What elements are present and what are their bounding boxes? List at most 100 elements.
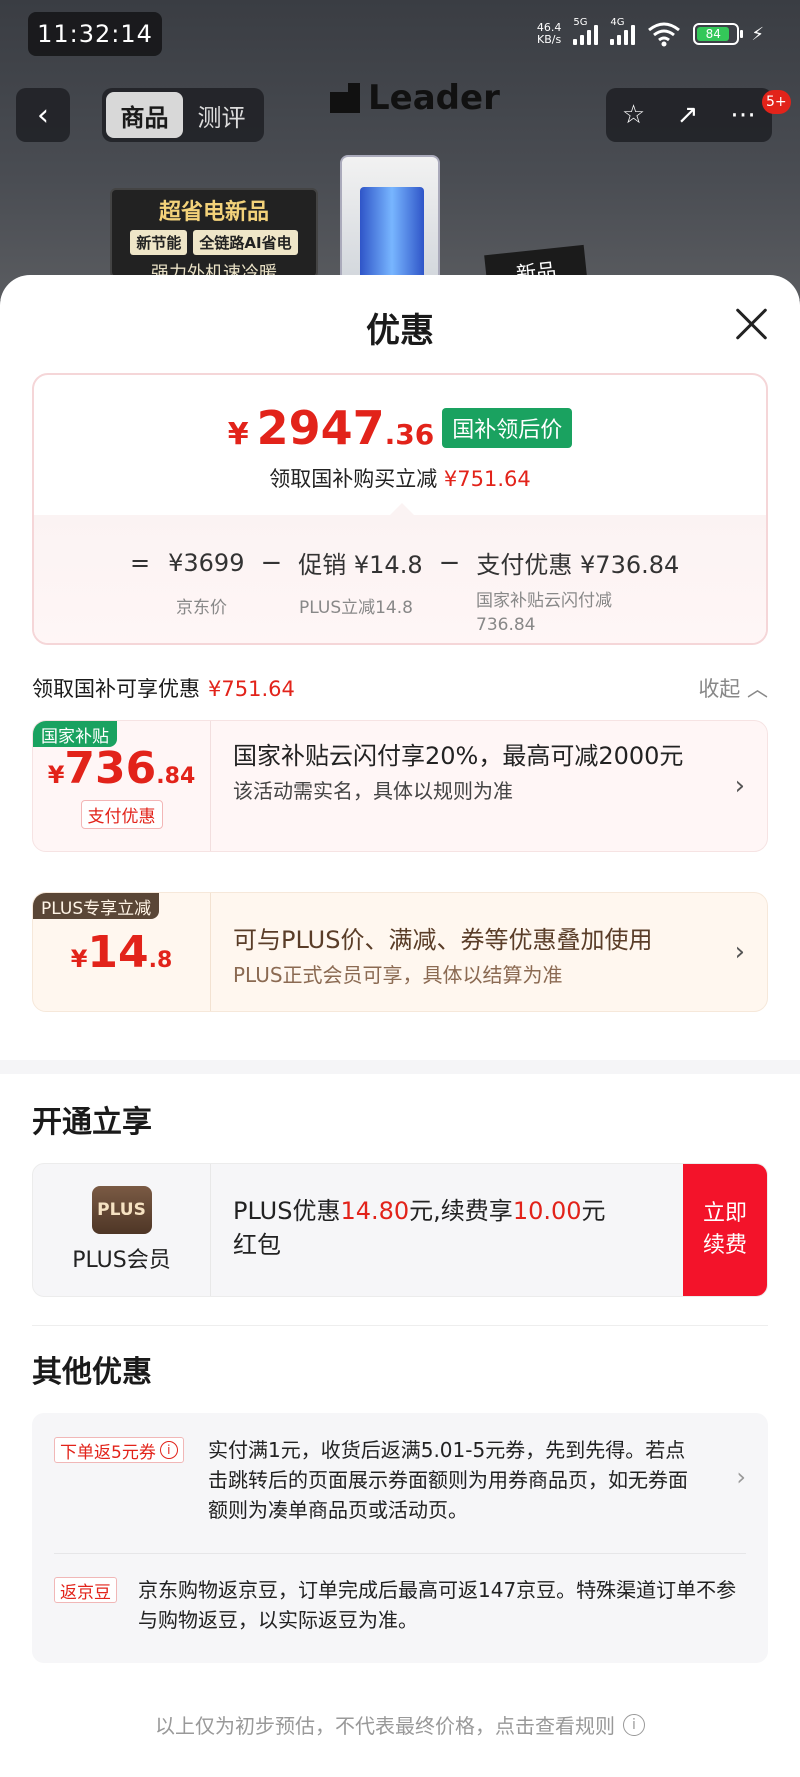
nav-actions: ☆ ↗ ⋯: [606, 88, 772, 142]
plus-offer-amount: 14.80: [340, 1197, 410, 1225]
national-subsidy-deal[interactable]: ¥ 736 .84 支付优惠 国家补贴 国家补贴云闪付享20%，最高可减2000…: [32, 720, 768, 852]
close-icon[interactable]: [732, 305, 770, 343]
battery-level: 84: [697, 27, 730, 41]
tab-product[interactable]: 商品: [106, 92, 183, 138]
cell-signal-icon-2: 4G: [610, 17, 636, 45]
payment-discount-badge: 支付优惠: [80, 800, 163, 829]
promo-title: 超省电新品: [158, 200, 269, 225]
net-speed-unit: KB/s: [537, 33, 562, 46]
price-decimal: .36: [384, 418, 435, 451]
section-title-other: 其他优惠: [32, 1355, 152, 1390]
section-divider: [0, 1060, 800, 1074]
section-title-open: 开通立享: [32, 1105, 152, 1140]
discount-total-row: 领取国补可享优惠 ¥751.64 收起 ︿: [32, 673, 768, 703]
deal-amount-decimal: .8: [148, 947, 173, 973]
deal-amount-integer: 736: [64, 743, 157, 794]
promo-chips: 新节能 全链路AI省电: [112, 230, 316, 255]
discount-sheet: 优惠 ¥ 2947.36 国补领后价 领取国补购买立减 ¥751.64 = ¥3…: [0, 275, 800, 1777]
deal-amount: ¥ 736 .84: [48, 743, 196, 794]
divider: [54, 1553, 746, 1554]
price-breakdown: = ¥3699 − 促销 ¥14.8 − 支付优惠 ¥736.84 京东价 PL…: [34, 503, 766, 643]
cell-signal-icon: 5G: [573, 17, 599, 45]
info-icon[interactable]: i: [159, 1441, 178, 1459]
coupon-return-text: 实付满1元，收货后返满5.01-5元券，先到先得。若点击跳转后的页面展示券面额则…: [208, 1438, 688, 1522]
deal-text: 可与PLUS价、满减、券等优惠叠加使用 PLUS正式会员可享，具体以结算为准: [233, 923, 703, 988]
price-summary-card: ¥ 2947.36 国补领后价 领取国补购买立减 ¥751.64 = ¥3699…: [32, 373, 768, 645]
jd-beans-item: 返京豆: [54, 1577, 117, 1603]
deal-title: 国家补贴云闪付享20%，最高可减2000元: [233, 742, 684, 770]
coupon-return-badge-label: 下单返5元券: [60, 1442, 156, 1463]
net-speed: 46.4 KB/s: [537, 22, 562, 46]
renew-button-line1: 立即: [702, 1201, 747, 1226]
plus-offer-part: PLUS优惠: [233, 1197, 341, 1225]
collapse-button[interactable]: 收起 ︿: [698, 673, 768, 703]
payment-discount: 支付优惠 ¥736.84: [476, 551, 680, 579]
promo-chip: 全链路AI省电: [193, 230, 298, 255]
plus-offer-part: 元,续费享: [409, 1197, 513, 1225]
rules-link[interactable]: 以上仅为初步预估，不代表最终价格，点击查看规则 i: [0, 1710, 800, 1739]
charging-icon: ⚡: [751, 23, 764, 45]
wifi-icon: [648, 22, 681, 47]
minus-sign: −: [260, 547, 283, 578]
promo-discount-label: PLUS立减14.8: [299, 598, 413, 618]
rules-note-text: 以上仅为初步预估，不代表最终价格，点击查看规则: [155, 1714, 615, 1738]
deal-amount-decimal: .84: [156, 764, 196, 789]
battery-icon: 84: [693, 23, 744, 45]
cell-signal-label-2: 4G: [610, 17, 625, 28]
plus-membership-name: PLUS会员: [72, 1248, 171, 1273]
renew-now-button[interactable]: 立即 续费: [683, 1164, 767, 1296]
message-badge: 5+: [762, 90, 791, 114]
promo-banner: 超省电新品 新节能 全链路AI省电 强力外机速冷暖: [110, 188, 318, 284]
plus-offer-text: PLUS优惠14.80元,续费享10.00元红包: [233, 1194, 613, 1262]
jd-beans-badge: 返京豆: [54, 1577, 117, 1603]
promo-chip: 新节能: [130, 230, 188, 255]
payment-discount-label: 国家补贴云闪付减 736.84: [476, 589, 612, 637]
status-bar-icons: 46.4 KB/s 5G 4G 84 ⚡: [537, 16, 764, 52]
back-button[interactable]: ‹: [16, 88, 70, 142]
deal-text: 国家补贴云闪付享20%，最高可减2000元 该活动需实名，具体以规则为准: [233, 739, 703, 804]
deal-description: PLUS正式会员可享，具体以结算为准: [233, 963, 563, 987]
payment-discount-label-line1: 国家补贴云闪付减: [476, 591, 612, 611]
brand-name: Leader: [368, 78, 500, 118]
renew-button-line2: 续费: [702, 1233, 747, 1258]
brand-mark-icon: [330, 83, 360, 113]
deal-title: 可与PLUS价、满减、券等优惠叠加使用: [233, 926, 653, 954]
deal-amount: ¥ 14 .8: [71, 927, 173, 978]
deal-type-badge: PLUS专享立减: [33, 893, 160, 919]
deal-description: 该活动需实名，具体以规则为准: [233, 779, 513, 803]
price-subtitle: 领取国补购买立减 ¥751.64: [34, 463, 766, 493]
brand-logo: Leader: [330, 78, 500, 118]
product-image: [340, 155, 440, 295]
status-time: 11:32:14: [28, 12, 162, 56]
discount-total-label: 领取国补可享优惠: [32, 677, 200, 701]
plus-badge-box: PLUS PLUS会员: [33, 1164, 211, 1296]
info-icon: i: [623, 1713, 645, 1736]
equals-sign: =: [130, 548, 151, 577]
plus-exclusive-deal[interactable]: ¥ 14 .8 PLUS专享立减 可与PLUS价、满减、券等优惠叠加使用 PLU…: [32, 892, 768, 1012]
discount-total-amount: ¥751.64: [208, 677, 295, 701]
jd-beans-text: 京东购物返京豆，订单完成后最高可返147京豆。特殊渠道订单不参与购物返豆，以实际…: [138, 1578, 737, 1632]
plus-renew-amount: 10.00: [512, 1197, 582, 1225]
chevron-right-icon: ›: [736, 1463, 746, 1491]
share-icon[interactable]: ↗: [677, 100, 699, 130]
currency-symbol: ¥: [227, 417, 249, 452]
promo-discount: 促销 ¥14.8: [298, 551, 423, 579]
coupon-return-badge: 下单返5元券 i: [54, 1437, 184, 1463]
plus-logo: PLUS: [91, 1186, 152, 1234]
price-subtitle-label: 领取国补购买立减: [269, 467, 438, 491]
more-icon[interactable]: ⋯: [730, 100, 756, 130]
jd-price-label: 京东价: [176, 598, 227, 618]
sheet-title: 优惠: [366, 311, 434, 351]
chevron-right-icon: ›: [734, 771, 745, 801]
coupon-return-item[interactable]: 下单返5元券 i: [54, 1437, 184, 1463]
chevron-right-icon: ›: [734, 937, 745, 967]
price-tag-badge: 国补领后价: [442, 408, 573, 448]
tab-review[interactable]: 测评: [183, 92, 260, 138]
plus-membership-card: PLUS PLUS会员 PLUS优惠14.80元,续费享10.00元红包 立即 …: [32, 1163, 768, 1297]
payment-discount-label-line2: 736.84: [476, 615, 536, 635]
currency-symbol: ¥: [70, 944, 88, 973]
favorite-icon[interactable]: ☆: [622, 100, 645, 130]
price-formula: = ¥3699 − 促销 ¥14.8 − 支付优惠 ¥736.84: [130, 545, 679, 580]
deal-amount-integer: 14: [87, 926, 149, 978]
divider: [32, 1325, 768, 1326]
